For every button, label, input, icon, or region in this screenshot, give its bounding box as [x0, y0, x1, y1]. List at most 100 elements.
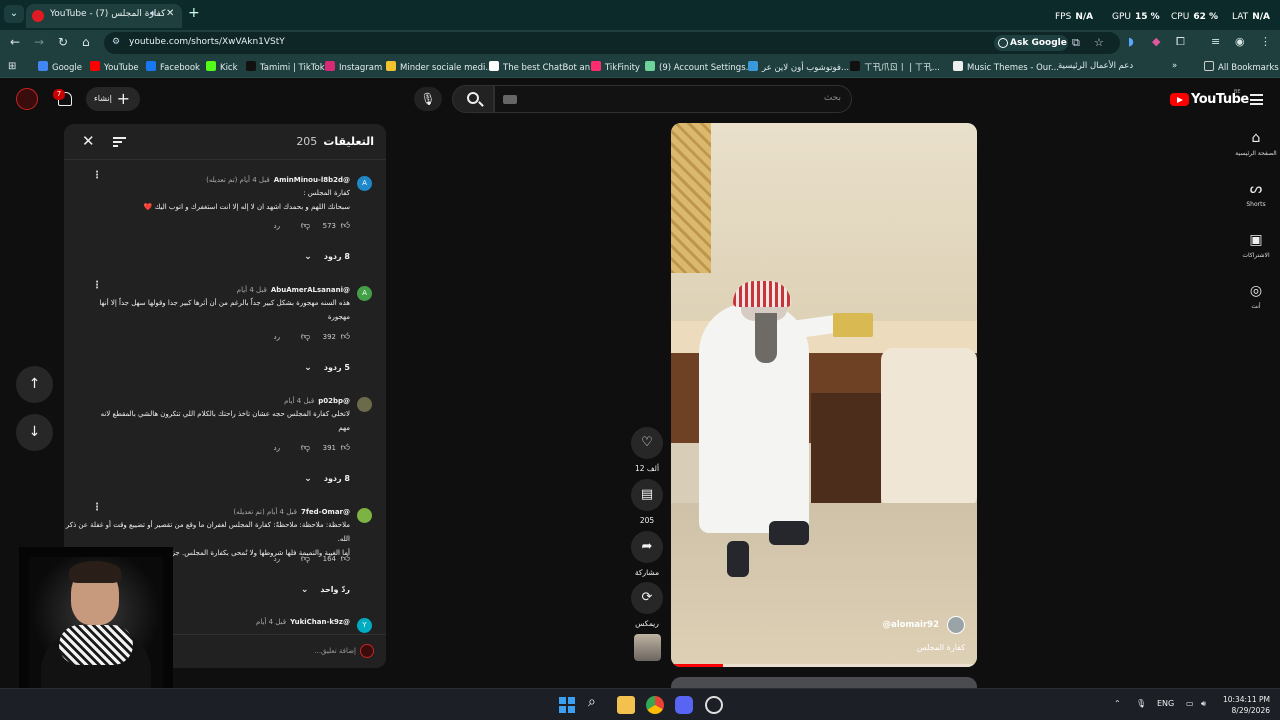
guide-shorts[interactable]: ᔕ Shorts: [1234, 181, 1278, 208]
taskbar-search-icon[interactable]: ⌕: [588, 694, 606, 712]
voice-search-button[interactable]: 🎙︎: [414, 87, 442, 111]
install-app-icon[interactable]: ⧉: [1072, 36, 1080, 50]
view-replies-button[interactable]: 8 ردود⌄: [304, 252, 350, 262]
active-tab[interactable]: YouTube - (7) كفارة المجلس 🔊︎ ✕: [26, 4, 182, 28]
guide-menu-icon[interactable]: [1250, 94, 1263, 105]
like-icon[interactable]: 👍︎: [341, 554, 350, 564]
channel-avatar[interactable]: [947, 616, 965, 634]
bookmark-tiktok[interactable]: Tamimi | TikTok: [246, 61, 325, 73]
reply-button[interactable]: رد: [274, 444, 281, 452]
commenter-avatar[interactable]: A: [357, 176, 372, 191]
apps-grid-icon[interactable]: ⊞: [8, 61, 16, 72]
new-tab-button[interactable]: +: [188, 5, 200, 21]
more-options-icon[interactable]: ⋮: [92, 502, 102, 513]
volume-icon[interactable]: 🔊︎: [1201, 699, 1206, 709]
dislike-icon[interactable]: 👎︎: [301, 443, 310, 453]
like-icon[interactable]: 👍︎: [341, 443, 350, 453]
all-bookmarks[interactable]: All Bookmarks: [1204, 61, 1279, 73]
bookmark-facebook[interactable]: Facebook: [146, 61, 200, 73]
view-replies-button[interactable]: 8 ردود⌄: [304, 474, 350, 484]
clock[interactable]: 10:34:11 PM 8/29/2026: [1218, 694, 1270, 716]
search-button[interactable]: [452, 85, 494, 113]
search-input[interactable]: بحث: [494, 85, 852, 113]
commenter-avatar[interactable]: A: [357, 286, 372, 301]
bookmark-instagram[interactable]: Instagram: [325, 61, 382, 73]
home-icon[interactable]: ⌂: [82, 35, 90, 49]
reply-button[interactable]: رد: [274, 555, 281, 563]
ask-google-button[interactable]: Ask Google: [994, 35, 1068, 51]
create-button[interactable]: إنشاء +: [86, 87, 140, 111]
share-button[interactable]: ➦ مشاركة: [631, 531, 663, 577]
extension-shield-icon[interactable]: ◆: [1152, 35, 1160, 48]
site-info-icon[interactable]: ⚙︎: [112, 37, 120, 47]
channel-name[interactable]: @alomair92: [882, 620, 939, 630]
commenter-avatar[interactable]: [357, 397, 372, 412]
account-avatar[interactable]: [16, 88, 38, 110]
video-title[interactable]: كفارة المجلس: [917, 643, 965, 652]
sound-thumbnail[interactable]: [634, 634, 661, 661]
bookmark-minder[interactable]: Minder sociale medi...: [386, 61, 493, 73]
view-replies-button[interactable]: 5 ردود⌄: [304, 363, 350, 373]
commenter-avatar[interactable]: Y: [357, 618, 372, 633]
bookmark-google[interactable]: Google: [38, 61, 82, 73]
discord-icon[interactable]: [675, 696, 693, 714]
extension-audio-icon[interactable]: ◗: [1128, 35, 1134, 48]
reply-button[interactable]: رد: [274, 333, 281, 341]
like-button[interactable]: ♡ 12 ألف: [631, 427, 663, 473]
more-options-icon[interactable]: ⋮: [92, 280, 102, 291]
bookmark-music-themes[interactable]: Music Themes - Our...: [953, 61, 1059, 73]
reply-button[interactable]: رد: [274, 222, 281, 230]
close-tab-icon[interactable]: ✕: [166, 8, 174, 19]
network-icon[interactable]: ▭: [1186, 699, 1194, 708]
bookmark-star-icon[interactable]: ☆: [1094, 36, 1104, 49]
tray-overflow-icon[interactable]: ⌃: [1114, 699, 1121, 708]
bookmark-youtube[interactable]: YouTube: [90, 61, 139, 73]
bookmark-kick[interactable]: Kick: [206, 61, 238, 73]
bookmark-business-support[interactable]: دعم الأعمال الرئيسية: [1058, 61, 1133, 71]
url-text[interactable]: youtube.com/shorts/XwVAkn1VStY: [129, 37, 285, 47]
windows-start-icon[interactable]: [559, 697, 575, 713]
extensions-icon[interactable]: ⧠: [1176, 35, 1185, 49]
reload-icon[interactable]: ↻: [58, 35, 68, 49]
back-icon[interactable]: ←: [10, 35, 20, 49]
microphone-tray-icon[interactable]: 🎙︎: [1136, 699, 1146, 708]
bookmark-chatbot[interactable]: The best ChatBot an...: [489, 61, 598, 73]
shorts-video-player[interactable]: @alomair92 كفارة المجلس: [671, 123, 977, 667]
guide-you[interactable]: ◎ أنت: [1234, 283, 1278, 310]
comment-author[interactable]: @AminMinou-l8b2d: [274, 176, 350, 184]
browser-menu-icon[interactable]: ⋮: [1260, 35, 1271, 48]
obs-icon[interactable]: [705, 696, 723, 714]
dislike-icon[interactable]: 👎︎: [301, 554, 310, 564]
language-indicator[interactable]: ENG: [1157, 699, 1174, 708]
sort-icon[interactable]: [113, 137, 126, 147]
youtube-logo[interactable]: YouTube BE: [1170, 89, 1249, 108]
guide-subscriptions[interactable]: ▣ الاشتراكات: [1234, 232, 1278, 259]
tab-list-icon[interactable]: ≡: [1211, 35, 1220, 48]
bookmark-account-settings[interactable]: (9) Account Settings...: [645, 61, 754, 73]
like-icon[interactable]: 👍︎: [341, 332, 350, 342]
profile-icon[interactable]: ◉: [1235, 35, 1245, 48]
chrome-icon[interactable]: [646, 696, 664, 714]
previous-short-button[interactable]: ↑: [16, 366, 53, 403]
comment-author[interactable]: @YukiChan-k9z: [290, 618, 350, 626]
more-options-icon[interactable]: ⋮: [92, 170, 102, 181]
commenter-avatar[interactable]: [357, 508, 372, 523]
tab-search-button[interactable]: ⌄: [4, 5, 24, 23]
close-icon[interactable]: ✕: [82, 132, 95, 150]
address-bar[interactable]: ⚙︎ youtube.com/shorts/XwVAkn1VStY Ask Go…: [104, 32, 1120, 54]
comment-author[interactable]: @p02bp: [318, 397, 350, 405]
remix-button[interactable]: ⟳ ريمكس: [631, 582, 663, 628]
dislike-icon[interactable]: 👎︎: [301, 332, 310, 342]
comment-author[interactable]: @AbuAmerALsanani: [271, 286, 350, 294]
add-comment-input[interactable]: إضافة تعليق...: [314, 647, 356, 655]
keyboard-icon[interactable]: [503, 95, 517, 104]
guide-home[interactable]: ⌂ الصفحة الرئيسية: [1234, 130, 1278, 157]
next-short-button[interactable]: ↓: [16, 414, 53, 451]
bookmark-x-profile[interactable]: ㄒ卂爪ㄖ丨 | ㄒ卂...: [850, 61, 940, 73]
more-bookmarks-icon[interactable]: »: [1172, 61, 1177, 71]
like-icon[interactable]: 👍︎: [341, 221, 350, 231]
progress-bar[interactable]: [671, 664, 977, 667]
bookmark-photoshop[interactable]: فوتوشوب أون لاين عر...: [748, 61, 849, 73]
file-explorer-icon[interactable]: [617, 696, 635, 714]
bookmark-tikfinity[interactable]: TikFinity: [591, 61, 640, 73]
